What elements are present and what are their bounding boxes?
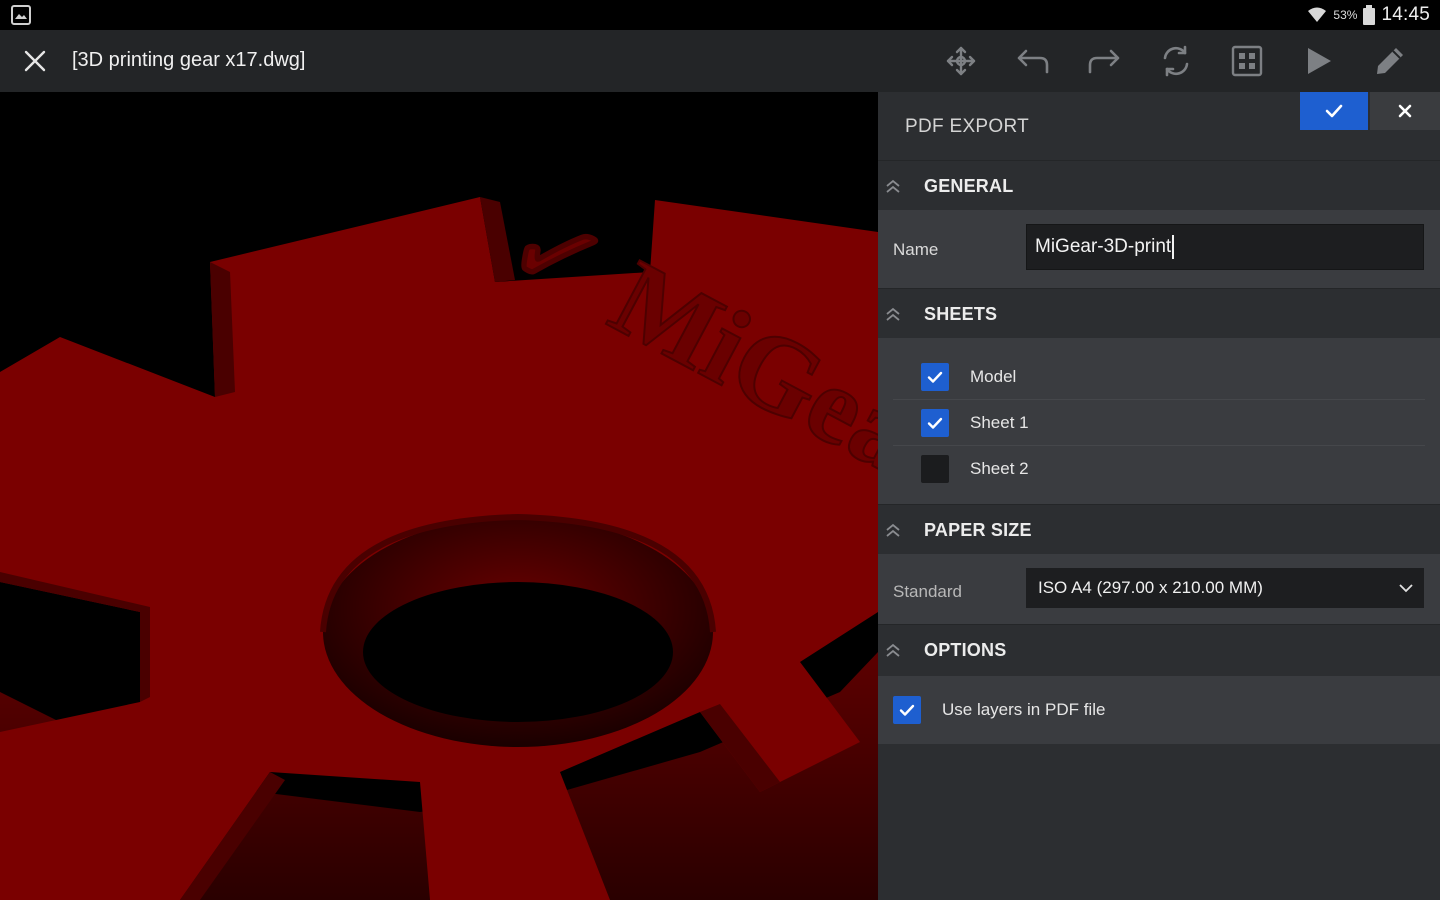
grid-button[interactable] [1212,30,1284,92]
sheet-label: Model [970,367,1017,386]
panel-header: PDF EXPORT [878,92,1440,160]
battery-percent: 53% [1333,8,1358,22]
tool-group [926,30,1427,92]
check-icon [1325,104,1343,118]
move-button[interactable] [926,30,998,92]
checkbox-checked[interactable] [893,696,921,724]
option-label: Use layers in PDF file [942,700,1106,719]
toolbar: [3D printing gear x17.dwg] [0,30,1440,92]
sheet-row-sheet2[interactable]: Sheet 2 [893,446,1425,492]
redo-icon [1088,49,1120,74]
rotate-button[interactable] [1140,30,1212,92]
section-paper-size-header[interactable]: PAPER SIZE [878,504,1440,554]
paper-standard-value: ISO A4 (297.00 x 210.00 MM) [1038,578,1263,597]
battery-icon [1363,5,1376,25]
sheet-row-sheet1[interactable]: Sheet 1 [893,400,1425,446]
checkbox-checked[interactable] [921,363,949,391]
paper-standard-select[interactable]: ISO A4 (297.00 x 210.00 MM) [1026,568,1424,608]
collapse-icon [886,179,900,193]
status-bar: 53% 14:45 [0,0,1440,30]
text-caret [1172,235,1174,259]
grid-icon [1232,45,1263,77]
standard-label: Standard [893,582,962,601]
wifi-icon [1308,7,1327,22]
section-paper-size-title: PAPER SIZE [924,520,1032,540]
section-general-body: Name MiGear-3D-print [878,210,1440,288]
section-sheets-header[interactable]: SHEETS [878,288,1440,338]
sheet-label: Sheet 1 [970,413,1029,432]
close-button[interactable] [18,44,52,78]
check-icon [899,704,915,716]
edit-icon [1377,48,1404,74]
pdf-export-panel: PDF EXPORT GENERAL Name MiGear-3D-print … [878,92,1440,900]
sheet-label: Sheet 2 [970,459,1029,478]
section-paper-size-body: Standard ISO A4 (297.00 x 210.00 MM) [878,554,1440,624]
section-sheets-title: SHEETS [924,304,998,324]
redo-button[interactable] [1069,30,1141,92]
close-icon [24,50,46,72]
chevron-down-icon [1399,584,1413,593]
checkbox-checked[interactable] [921,409,949,437]
section-general-header[interactable]: GENERAL [878,160,1440,210]
name-input-value: MiGear-3D-print [1035,236,1172,257]
name-label: Name [893,240,939,259]
checkbox-unchecked[interactable] [921,455,949,483]
option-row-use-layers[interactable]: Use layers in PDF file [878,676,1440,744]
play-icon [1307,48,1331,74]
close-icon [1398,104,1412,118]
file-title: [3D printing gear x17.dwg] [72,49,306,71]
section-options-header[interactable]: OPTIONS [878,624,1440,674]
edit-button[interactable] [1355,30,1427,92]
gallery-icon [11,5,31,25]
undo-icon [1017,49,1049,74]
gear-model: ✓ MiGear [0,179,878,900]
clock: 14:45 [1381,4,1430,25]
collapse-icon [886,307,900,321]
section-general-title: GENERAL [924,176,1014,196]
move-icon [947,46,976,76]
panel-title: PDF EXPORT [905,116,1030,137]
section-options-title: OPTIONS [924,640,1007,660]
rotate-icon [1163,45,1189,77]
model-viewport[interactable]: ✓ MiGear [0,92,878,900]
play-button[interactable] [1283,30,1355,92]
undo-button[interactable] [997,30,1069,92]
collapse-icon [886,523,900,537]
confirm-button[interactable] [1300,92,1368,130]
check-icon [927,371,943,383]
sheet-row-model[interactable]: Model [893,354,1425,400]
collapse-icon [886,643,900,657]
check-icon [927,417,943,429]
section-sheets-body: Model Sheet 1 Sheet 2 [878,338,1440,504]
name-input[interactable]: MiGear-3D-print [1026,224,1424,270]
cancel-button[interactable] [1370,92,1440,130]
